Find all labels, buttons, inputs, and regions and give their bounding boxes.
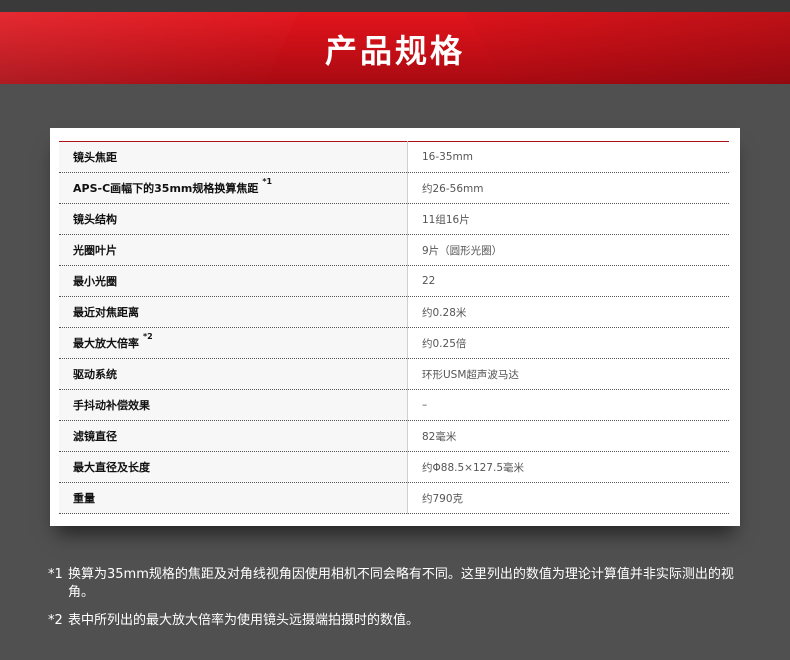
footnote-text: 表中所列出的最大放大倍率为使用镜头远摄端拍摄时的数值。 [68, 613, 420, 628]
spec-label: 镜头结构 [73, 213, 117, 226]
spec-label-cell: 驱动系统 [59, 358, 408, 390]
spec-value: 约Φ88.5×127.5毫米 [407, 451, 729, 483]
footnote: *1 换算为35mm规格的焦距及对角线视角因使用相机不同会略有不同。这里列出的数值… [48, 566, 758, 602]
spec-row: 镜头结构 11组16片 [59, 203, 729, 235]
spec-value: 约26-56mm [407, 172, 729, 204]
spec-row: 最小光圈 22 [59, 265, 729, 297]
spec-footnote-ref: *2 [143, 332, 153, 342]
spec-row: 最近对焦距离 约0.28米 [59, 296, 729, 328]
spec-value: 11组16片 [407, 203, 729, 235]
spec-value: 约790克 [407, 482, 729, 514]
spec-row: 重量 约790克 [59, 482, 729, 514]
spec-value: 约0.28米 [407, 296, 729, 328]
spec-card: 镜头焦距 16-35mm APS-C画幅下的35mm规格换算焦距*1 约26-56mm… [50, 128, 740, 526]
spec-value: 82毫米 [407, 420, 729, 452]
spec-label: 最近对焦距离 [73, 306, 139, 319]
header-banner: 产品规格 [0, 12, 790, 84]
footnotes: *1 换算为35mm规格的焦距及对角线视角因使用相机不同会略有不同。这里列出的数值… [48, 566, 758, 640]
page-title: 产品规格 [324, 32, 465, 70]
spec-row: 最大放大倍率 *2 约0.25倍 [59, 327, 729, 359]
spec-value: 环形USM超声波马达 [407, 358, 729, 390]
spec-label-cell: 最大直径及长度 [59, 451, 408, 483]
footnote: *2 表中所列出的最大放大倍率为使用镜头远摄端拍摄时的数值。 [48, 612, 758, 630]
spec-row: 最大直径及长度 约Φ88.5×127.5毫米 [59, 451, 729, 483]
spec-label: APS-C画幅下的35mm规格换算焦距 [73, 182, 259, 195]
spec-label: 手抖动补偿效果 [73, 399, 150, 412]
spec-value: – [407, 389, 729, 421]
spec-row: 驱动系统 环形USM超声波马达 [59, 358, 729, 390]
spec-table: 镜头焦距 16-35mm APS-C画幅下的35mm规格换算焦距*1 约26-56mm… [59, 141, 729, 514]
spec-label: 滤镜直径 [73, 430, 117, 443]
spec-label-cell: 最近对焦距离 [59, 296, 408, 328]
spec-label-cell: 最小光圈 [59, 265, 408, 297]
spec-value: 9片（圆形光圈） [407, 234, 729, 266]
footnote-text: 换算为35mm规格的焦距及对角线视角因使用相机不同会略有不同。这里列出的数值为理… [68, 567, 734, 600]
spec-label-cell: 镜头结构 [59, 203, 408, 235]
spec-label-cell: 最大放大倍率 *2 [59, 327, 408, 359]
spec-row: 光圈叶片 9片（圆形光圈） [59, 234, 729, 266]
spec-row: 滤镜直径 82毫米 [59, 420, 729, 452]
spec-value: 16-35mm [407, 141, 729, 173]
spec-label: 光圈叶片 [73, 244, 117, 257]
spec-label-cell: APS-C画幅下的35mm规格换算焦距*1 [59, 172, 408, 204]
spec-label: 镜头焦距 [73, 151, 117, 164]
spec-label: 最大放大倍率 [73, 337, 139, 350]
spec-value: 约0.25倍 [407, 327, 729, 359]
spec-label-cell: 滤镜直径 [59, 420, 408, 452]
top-strip [0, 0, 790, 12]
spec-label-cell: 手抖动补偿效果 [59, 389, 408, 421]
spec-row: 镜头焦距 16-35mm [59, 141, 729, 173]
footnote-mark: *1 [48, 567, 63, 582]
spec-row: APS-C画幅下的35mm规格换算焦距*1 约26-56mm [59, 172, 729, 204]
spec-row: 手抖动补偿效果 – [59, 389, 729, 421]
spec-label: 重量 [73, 492, 95, 505]
spec-footnote-ref: *1 [262, 177, 273, 187]
footnote-mark: *2 [48, 613, 63, 628]
spec-label-cell: 光圈叶片 [59, 234, 408, 266]
spec-label: 最大直径及长度 [73, 461, 150, 474]
spec-label-cell: 镜头焦距 [59, 141, 408, 173]
spec-value: 22 [407, 265, 729, 297]
spec-label: 最小光圈 [73, 275, 117, 288]
spec-label: 驱动系统 [73, 368, 117, 381]
spec-label-cell: 重量 [59, 482, 408, 514]
